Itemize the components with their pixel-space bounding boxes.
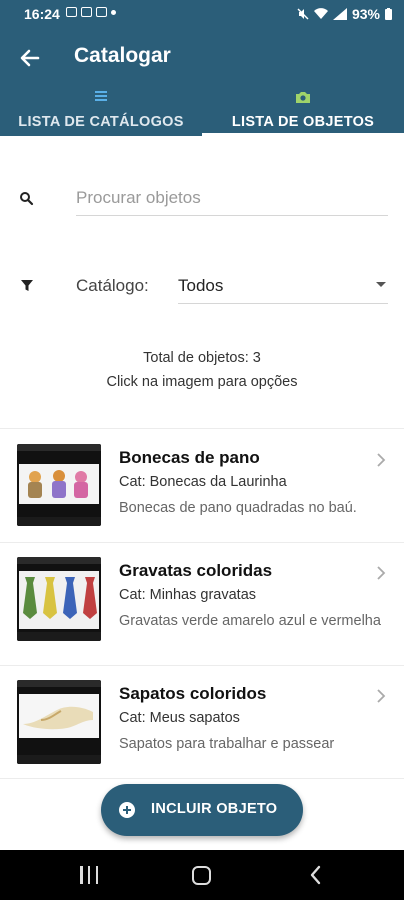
- divider: [0, 665, 404, 666]
- chevron-right-icon: [377, 453, 386, 467]
- item-category: Cat: Minhas gravatas: [119, 587, 257, 603]
- caret-down-icon: [376, 282, 386, 287]
- item-image[interactable]: [17, 680, 101, 764]
- divider: [0, 428, 404, 429]
- image-hint: Click na imagem para opções: [106, 374, 298, 390]
- tab-lista-de-catalogos[interactable]: LISTA DE CATÁLOGOS: [0, 88, 202, 136]
- status-time: 16:24: [24, 6, 60, 22]
- system-icons: 93%: [297, 6, 392, 22]
- screen-icon: [66, 7, 77, 17]
- add-object-button[interactable]: INCLUIR OBJETO: [101, 784, 303, 836]
- item-description: Bonecas de pano quadradas no baú.: [119, 500, 357, 516]
- gallery-icon: [96, 7, 107, 17]
- status-bar: 16:24 93%: [0, 0, 404, 28]
- item-category: Cat: Meus sapatos: [119, 710, 240, 726]
- item-category: Cat: Bonecas da Laurinha: [119, 474, 287, 490]
- wifi-icon: [313, 8, 328, 19]
- arrow-left-icon: [20, 49, 40, 67]
- page-title: Catalogar: [74, 44, 171, 67]
- item-image[interactable]: [17, 557, 101, 641]
- battery-icon: [385, 8, 392, 20]
- search-input[interactable]: [76, 180, 388, 216]
- tab-indicator: [202, 133, 404, 136]
- divider: [0, 778, 404, 779]
- mute-icon: [297, 8, 309, 20]
- item-title: Bonecas de pano: [119, 448, 260, 467]
- catalog-select-value: Todos: [178, 276, 224, 295]
- item-image[interactable]: [17, 444, 101, 526]
- total-objects: Total de objetos: 3: [143, 350, 261, 366]
- tab-lista-de-objetos[interactable]: LISTA DE OBJETOS: [202, 88, 404, 136]
- list-item[interactable]: Gravatas coloridas Cat: Minhas gravatas …: [0, 557, 404, 665]
- divider: [0, 542, 404, 543]
- signal-icon: [332, 8, 347, 20]
- home-button[interactable]: [192, 866, 211, 885]
- dolls-image: [19, 464, 99, 504]
- search-icon: [20, 192, 34, 206]
- system-back-button[interactable]: [306, 865, 326, 885]
- chevron-right-icon: [377, 566, 386, 580]
- tab-label: LISTA DE OBJETOS: [231, 114, 375, 130]
- chevron-right-icon: [377, 689, 386, 703]
- app-bar: Catalogar: [0, 28, 404, 88]
- message-icon: [81, 7, 92, 17]
- battery-level: 93%: [351, 6, 380, 22]
- ties-image: [19, 571, 99, 629]
- system-nav-bar: [0, 850, 404, 900]
- catalog-select[interactable]: Todos: [178, 268, 388, 304]
- dot-icon: [111, 9, 116, 15]
- list-item[interactable]: Sapatos coloridos Cat: Meus sapatos Sapa…: [0, 680, 404, 778]
- filter-icon: [21, 280, 33, 291]
- shoes-image: [19, 694, 99, 738]
- catalog-filter-label: Catálogo:: [76, 276, 149, 295]
- item-title: Gravatas coloridas: [119, 561, 273, 580]
- item-description: Sapatos para trabalhar e passear: [119, 736, 335, 752]
- item-title: Sapatos coloridos: [119, 684, 267, 703]
- recent-apps-button[interactable]: [80, 866, 98, 884]
- tab-label: LISTA DE CATÁLOGOS: [18, 114, 184, 130]
- list-item[interactable]: Bonecas de pano Cat: Bonecas da Laurinha…: [0, 444, 404, 542]
- notification-icons: [66, 7, 116, 17]
- item-description: Gravatas verde amarelo azul e vermelha: [119, 613, 381, 629]
- list-icon: [95, 91, 107, 101]
- camera-icon: [296, 92, 310, 103]
- add-object-label: INCLUIR OBJETO: [151, 801, 278, 817]
- back-button[interactable]: [14, 42, 46, 74]
- plus-circle-icon: [119, 802, 135, 818]
- tab-bar: LISTA DE CATÁLOGOS LISTA DE OBJETOS: [0, 88, 404, 136]
